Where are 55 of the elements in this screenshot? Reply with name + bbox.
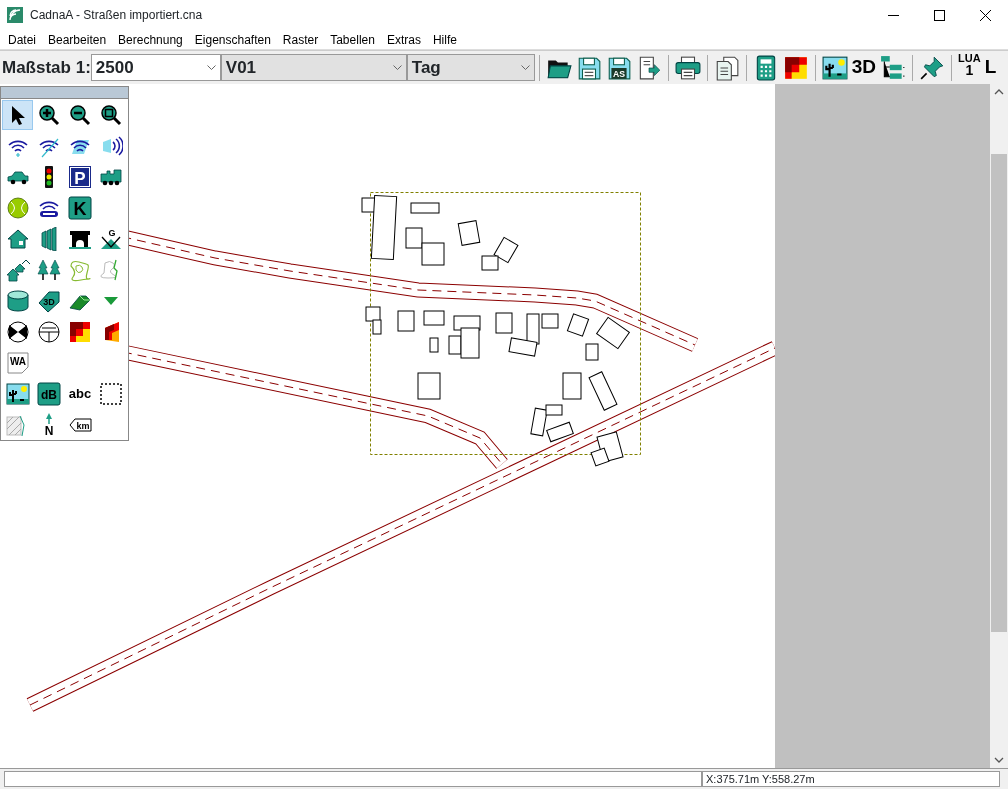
building <box>562 372 582 400</box>
maximize-icon <box>933 9 945 21</box>
building <box>410 202 440 214</box>
coordinates-field: X:375.71m Y:558.27m <box>702 771 1000 787</box>
building <box>495 312 513 334</box>
houses-icon <box>5 257 30 282</box>
chevron-down-icon <box>206 64 216 71</box>
sections-icon <box>36 319 61 344</box>
zoom-out-icon <box>67 102 92 127</box>
printer-icon <box>674 54 701 81</box>
menu-item[interactable]: Eigenschaften <box>188 29 277 50</box>
building <box>397 310 415 332</box>
tennis-ball-icon <box>5 195 30 220</box>
chevron-down-icon <box>520 64 530 71</box>
triangle-icon <box>102 295 119 306</box>
building <box>457 220 481 246</box>
lua-button[interactable]: LUA 1 <box>956 52 983 83</box>
scale-dropdown[interactable]: 2500 <box>90 54 221 81</box>
menu-item[interactable]: Bearbeiten <box>42 29 113 50</box>
zoom-in-icon <box>36 102 61 127</box>
menu-item[interactable]: Extras <box>380 29 427 50</box>
vertical-scrollbar[interactable] <box>990 84 1008 768</box>
landscape-icon <box>5 381 30 406</box>
trees-icon <box>36 257 61 282</box>
period-dropdown[interactable]: Tag <box>406 54 535 81</box>
building <box>429 337 439 353</box>
crossing-icon <box>5 319 30 344</box>
building <box>405 227 423 249</box>
tool-label[interactable]: L <box>982 52 999 83</box>
building <box>417 372 441 400</box>
menu-item[interactable]: Berechnung <box>112 29 189 50</box>
tool-label[interactable]: 3D <box>849 52 879 83</box>
menu-item[interactable]: Tabellen <box>324 29 381 50</box>
menu-item[interactable]: Hilfe <box>426 29 463 50</box>
chevron-down-icon <box>392 64 402 71</box>
saveas-button[interactable]: AS <box>603 52 634 83</box>
close-icon <box>979 9 991 21</box>
tree-list-icon <box>880 54 907 81</box>
traffic-light-icon <box>43 164 54 189</box>
scale-label: Maßstab 1: <box>2 56 91 79</box>
zoom-fit-icon <box>98 102 123 127</box>
dotted-rectangle-icon <box>98 381 123 406</box>
color-grid-icon <box>67 319 92 344</box>
app-icon <box>6 6 24 24</box>
window-title: CadnaA - Straßen importiert.cna <box>30 7 203 24</box>
landscape-icon <box>821 54 848 81</box>
palette-tool[interactable] <box>2 99 33 130</box>
menu-item[interactable]: Datei <box>2 29 42 50</box>
building <box>421 242 445 266</box>
pushpin-icon <box>919 54 946 81</box>
variant-dropdown[interactable]: V01 <box>220 54 407 81</box>
cylinder-icon <box>5 288 30 313</box>
color-grid-icon <box>782 54 809 81</box>
menu-item[interactable]: Raster <box>276 29 325 50</box>
building <box>423 310 445 326</box>
